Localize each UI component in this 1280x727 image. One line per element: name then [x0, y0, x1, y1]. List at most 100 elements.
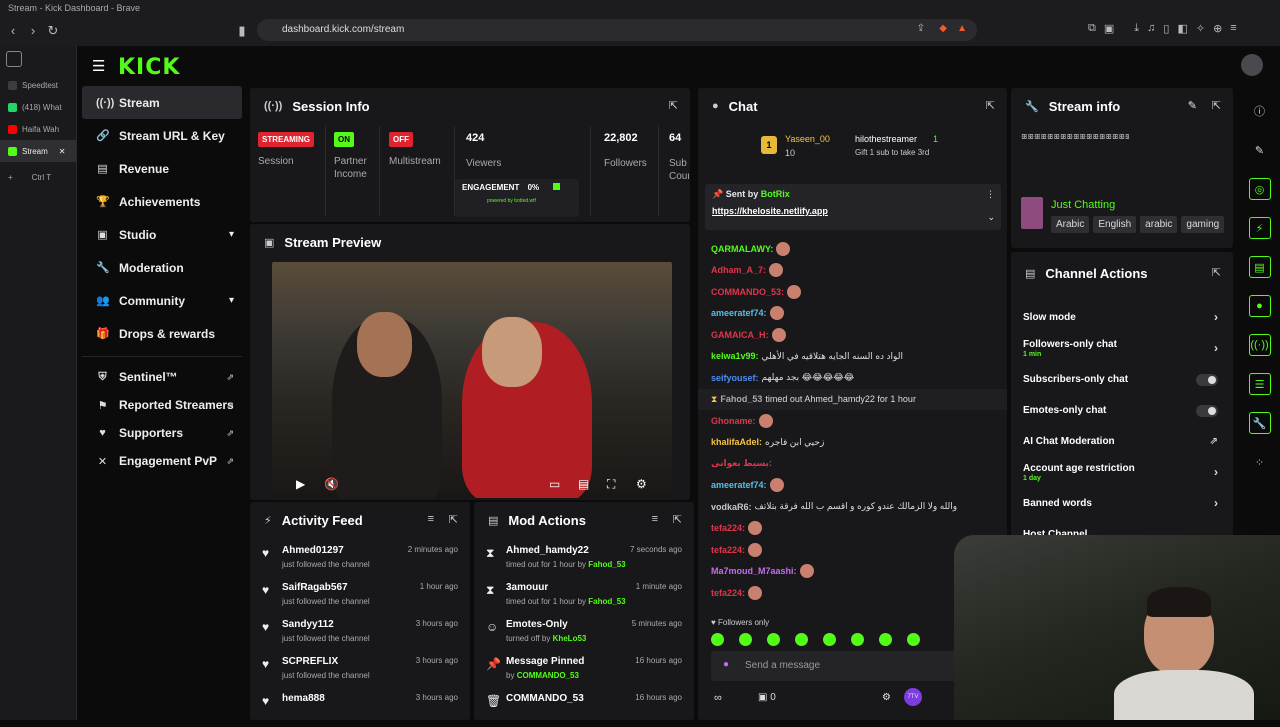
toggle-switch[interactable]	[1196, 405, 1218, 417]
chevron-down-icon[interactable]: ▾	[229, 295, 234, 306]
chevron-right-icon[interactable]: ›	[1214, 465, 1218, 479]
gift-user-name[interactable]: hilothestreamer	[855, 134, 917, 144]
menu-icon[interactable]: ≡	[1230, 22, 1236, 35]
stream-tag[interactable]: English	[1093, 216, 1137, 233]
channel-action-banned-words[interactable]: Banned words ›	[1011, 488, 1233, 519]
stream-video[interactable]: ▶ 🔇 ▭ ▤ ⛶ ⚙	[272, 262, 672, 498]
emote-icon[interactable]	[879, 633, 892, 646]
mod-action-item[interactable]: 📌 Message Pinned by COMMANDO_53 16 hours ag…	[474, 653, 694, 690]
sidebar-external-0[interactable]: ⛨ Sentinel™ ⇗	[82, 363, 242, 391]
emote-icon[interactable]	[907, 633, 920, 646]
chevron-right-icon[interactable]: ›	[1214, 341, 1218, 355]
gift-cta-text[interactable]: Gift 1 sub to take 3rd	[855, 148, 929, 157]
emote-icon[interactable]	[739, 633, 752, 646]
mod-action-by[interactable]: KheLo53	[553, 634, 587, 643]
more-options-icon[interactable]: ⋮	[986, 189, 995, 200]
forward-icon[interactable]: ›	[23, 23, 43, 38]
chat-username[interactable]: Ghoname:	[711, 416, 756, 426]
chat-message[interactable]: ameeratef74:	[698, 303, 1007, 325]
chat-username[interactable]: kelwa1v99:	[711, 351, 759, 361]
kick-logo[interactable]: KICK	[118, 55, 180, 80]
wallet-icon[interactable]: ◧	[1177, 22, 1187, 35]
brave-rewards-icon[interactable]: ◆	[939, 23, 947, 34]
chat-username[interactable]: tefa224:	[711, 588, 745, 598]
back-icon[interactable]: ‹	[3, 23, 23, 38]
emote-icon[interactable]	[711, 633, 724, 646]
popout-icon[interactable]: ⇱	[1212, 266, 1221, 279]
download-icon[interactable]: ⤓	[1134, 22, 1139, 35]
bookmark-icon[interactable]: ▮	[232, 23, 252, 39]
channel-action-followers-only-chat[interactable]: Followers-only chat 1 min ›	[1011, 333, 1233, 364]
chat-username[interactable]: Fahod_53	[720, 394, 762, 404]
mod-action-by[interactable]: Fahod_53	[588, 560, 625, 569]
chat-username[interactable]: ameeratef74:	[711, 480, 767, 490]
document-icon[interactable]: ▤	[1248, 256, 1271, 278]
chat-username[interactable]: GAMAICA_H:	[711, 330, 769, 340]
category-name[interactable]: Just Chatting	[1051, 199, 1115, 211]
filter-icon[interactable]: ≡	[652, 513, 658, 525]
sidebar-item-achievements[interactable]: 🏆 Achievements	[82, 185, 242, 218]
popout-icon[interactable]: ⇱	[669, 99, 678, 112]
wrench-icon[interactable]: 🔧	[1248, 412, 1271, 434]
settings-icon[interactable]: ⚙	[882, 692, 891, 703]
chevron-down-icon[interactable]: ⌄	[987, 212, 995, 223]
channel-action-subscribers-only-chat[interactable]: Subscribers-only chat	[1011, 364, 1233, 395]
chevron-right-icon[interactable]: ›	[1214, 496, 1218, 510]
stream-tag[interactable]: Arabic	[1051, 216, 1090, 233]
chat-bubble-icon[interactable]: ●	[1248, 295, 1271, 317]
chat-message[interactable]: بسيط بعوانى:	[698, 453, 1007, 475]
browser-tab[interactable]: Haifa Wah	[0, 118, 76, 140]
reload-icon[interactable]: ↻	[43, 23, 63, 39]
extensions-icon[interactable]: ⧉	[1088, 22, 1096, 35]
emote-icon[interactable]	[795, 633, 808, 646]
share-icon[interactable]: ⇪	[917, 23, 925, 34]
focus-icon[interactable]: ◎	[1248, 178, 1271, 200]
chat-message[interactable]: tefa224:	[698, 518, 1007, 540]
leo-icon[interactable]: ✧	[1196, 22, 1205, 35]
chat-message[interactable]: GAMAICA_H:	[698, 324, 1007, 346]
pip-icon[interactable]: ▭	[549, 477, 560, 491]
chat-message[interactable]: Adham_A_7:	[698, 260, 1007, 282]
engagement-widget[interactable]: ENGAGEMENT 0% powered by botted.wtf	[455, 179, 579, 217]
activity-item[interactable]: ♥ Ahmed01297 just followed the channel 2 mi…	[250, 542, 470, 579]
activity-item[interactable]: ♥ SCPREFLIX just followed the channel 3 hou…	[250, 653, 470, 690]
chat-username[interactable]: ameeratef74:	[711, 308, 767, 318]
pinned-link[interactable]: https://khelosite.netlify.app	[712, 206, 994, 216]
chat-message[interactable]: khalifaAdel: زحيي ابن فاجره	[698, 432, 1007, 454]
sidebar-toggle-icon[interactable]: ▯	[1163, 22, 1169, 35]
mod-action-by[interactable]: Fahod_53	[588, 597, 625, 606]
new-tab[interactable]: + Ctrl T	[0, 166, 76, 188]
chat-username[interactable]: Adham_A_7:	[711, 265, 766, 275]
chat-message[interactable]: vodkaR6: والله ولا الزمالك عندو كوره و اق…	[698, 496, 1007, 518]
activity-item[interactable]: ♥ Sandyy112 just followed the channel 3 hou…	[250, 616, 470, 653]
external-link-icon[interactable]: ⇗	[1210, 436, 1218, 447]
browser-tab[interactable]: Stream ✕	[0, 140, 76, 162]
infinity-icon[interactable]: ∞	[714, 692, 722, 704]
chat-username[interactable]: tefa224:	[711, 523, 745, 533]
channel-action-slow-mode[interactable]: Slow mode ›	[1011, 302, 1233, 333]
sidebar-item-community[interactable]: 👥 Community ▾	[82, 284, 242, 317]
sidebar-external-3[interactable]: ✕ Engagement PvP ⇗	[82, 447, 242, 475]
more-icon[interactable]: ⁘	[1249, 451, 1271, 473]
tab-strip-toggle[interactable]	[0, 46, 76, 74]
pinned-user[interactable]: BotRix	[761, 189, 790, 199]
brave-shield-icon[interactable]: ▲	[957, 23, 967, 34]
info-icon[interactable]: ⓘ	[1249, 100, 1271, 122]
emote-icon[interactable]	[851, 633, 864, 646]
theater-icon[interactable]: ▤	[578, 477, 589, 491]
pinned-message[interactable]: 📌 Sent by BotRix https://khelosite.netli…	[705, 184, 1001, 230]
popout-icon[interactable]: ⇱	[673, 513, 682, 526]
toggle-switch[interactable]	[1196, 374, 1218, 386]
emote-icon[interactable]	[823, 633, 836, 646]
pen-icon[interactable]: ✎	[1249, 139, 1271, 161]
chat-username[interactable]: khalifaAdel:	[711, 437, 762, 447]
sidebar-item-studio[interactable]: ▣ Studio ▾	[82, 218, 242, 251]
7tv-icon[interactable]: 7TV	[904, 688, 922, 706]
close-icon[interactable]: ✕	[59, 147, 66, 156]
sidebar-external-1[interactable]: ⚑ Reported Streamers ⇗	[82, 391, 242, 419]
filter-icon[interactable]: ≡	[428, 513, 434, 525]
chat-message[interactable]: ⧗ Fahod_53 timed out Ahmed_hamdy22 for 1 h…	[698, 388, 1007, 410]
media-icon[interactable]: ♫	[1147, 22, 1155, 35]
mod-action-item[interactable]: 🗑 COMMANDO_53 16 hours ago	[474, 690, 694, 727]
edit-icon[interactable]: ✎	[1188, 99, 1197, 112]
